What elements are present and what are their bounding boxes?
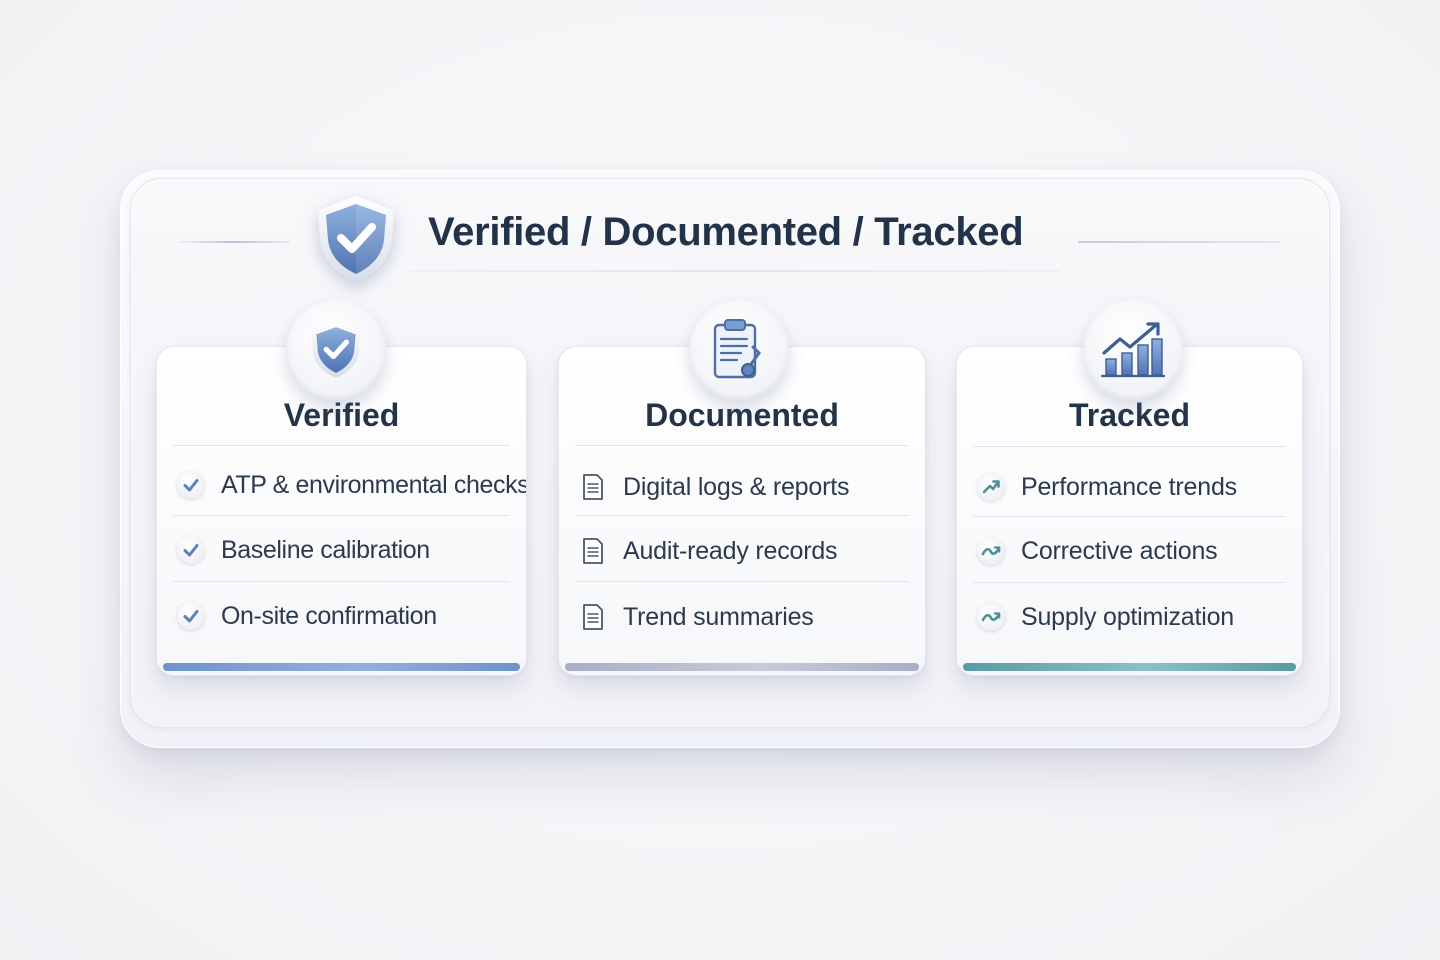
document-icon	[577, 601, 609, 633]
list-item-label: On-site confirmation	[221, 601, 437, 630]
title-underline	[410, 270, 1060, 272]
divider	[575, 515, 909, 516]
divider	[973, 516, 1286, 517]
list-item-label: ATP & environmental checks	[221, 470, 527, 499]
check-icon	[175, 600, 207, 632]
document-icon	[577, 535, 609, 567]
divider	[973, 582, 1286, 583]
card-accent-bar	[565, 663, 919, 671]
list-item: Corrective actions	[975, 523, 1292, 579]
header-divider-right	[1078, 241, 1280, 243]
list-item-label: Corrective actions	[1021, 536, 1218, 565]
trend-wave-icon	[975, 601, 1007, 633]
list-item-label: Audit-ready records	[623, 536, 838, 565]
list-item: Performance trends	[975, 459, 1292, 515]
check-icon	[175, 469, 207, 501]
divider	[575, 445, 909, 446]
trend-wave-icon	[975, 535, 1007, 567]
list-item: Baseline calibration	[175, 522, 516, 578]
check-icon	[175, 534, 207, 566]
list-item: Audit-ready records	[577, 523, 915, 579]
list-item-label: Digital logs & reports	[623, 472, 850, 501]
document-icon	[577, 471, 609, 503]
verified-badge	[286, 300, 386, 400]
list-item: ATP & environmental checks	[175, 457, 526, 513]
trend-up-icon	[975, 471, 1007, 503]
divider	[575, 581, 909, 582]
divider	[173, 515, 510, 516]
card-title: Documented	[645, 397, 839, 433]
documented-badge	[689, 300, 789, 400]
divider	[173, 581, 510, 582]
shield-check-icon	[311, 321, 361, 379]
clipboard-thermometer-icon	[713, 319, 761, 379]
bar-chart-trend-icon	[1100, 322, 1166, 378]
list-item: On-site confirmation	[175, 588, 516, 644]
card-accent-bar	[163, 663, 520, 671]
card-title: Verified	[283, 397, 400, 433]
list-item-label: Trend summaries	[623, 602, 814, 631]
shield-check-icon	[318, 196, 394, 282]
divider	[173, 445, 510, 446]
header-divider-left	[178, 241, 290, 243]
divider	[973, 446, 1286, 447]
list-item-label: Supply optimization	[1021, 602, 1234, 631]
list-item: Supply optimization	[975, 589, 1292, 645]
card-title: Tracked	[1069, 397, 1190, 433]
list-item-label: Performance trends	[1021, 472, 1237, 501]
card-accent-bar	[963, 663, 1296, 671]
list-item-label: Baseline calibration	[221, 535, 430, 564]
list-item: Trend summaries	[577, 589, 915, 645]
tracked-badge	[1083, 300, 1183, 400]
list-item: Digital logs & reports	[577, 459, 915, 515]
page-title: Verified / Documented / Tracked	[428, 210, 1024, 254]
